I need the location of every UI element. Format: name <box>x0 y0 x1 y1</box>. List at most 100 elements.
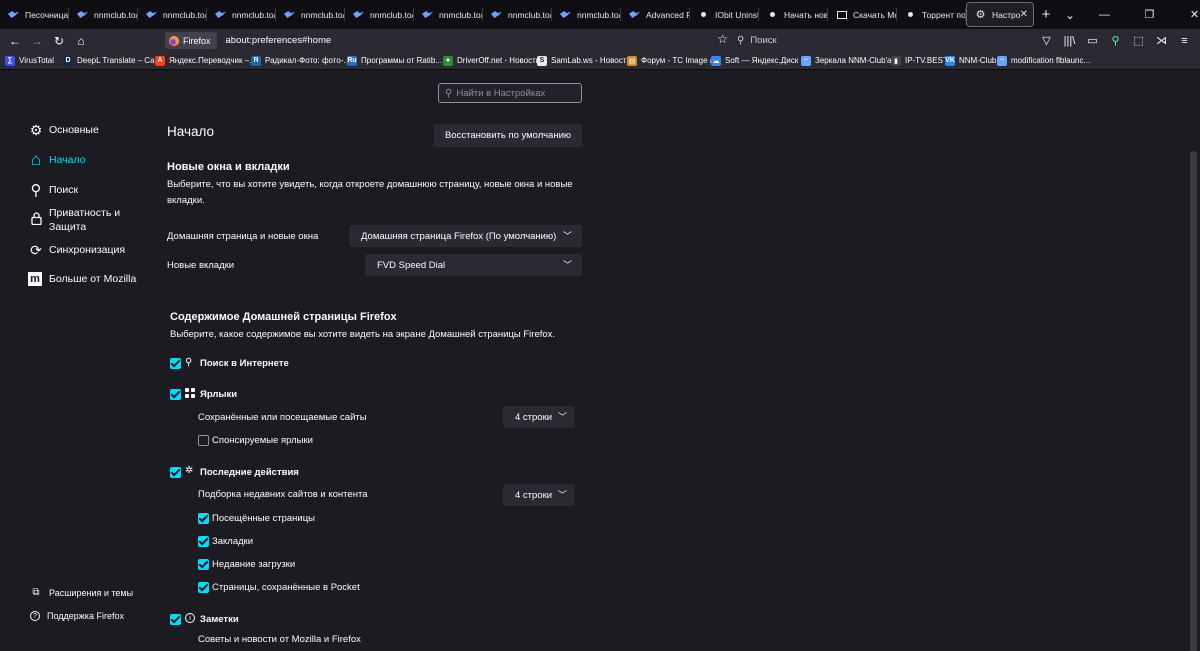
snippets-checkbox[interactable] <box>170 614 181 625</box>
tab-1[interactable]: nnmclub.to/ <box>69 0 138 29</box>
tab-label: Advanced R <box>646 9 690 20</box>
tab-13[interactable]: Торрент пор <box>897 0 966 29</box>
bookmark-item[interactable]: Ru Программы от Ratib... <box>347 55 443 66</box>
close-tab-icon[interactable]: ✕ <box>1020 9 1028 20</box>
bookmark-favicon-icon: R <box>251 55 261 66</box>
bookmark-label: DriverOff.net - Новости <box>457 56 537 65</box>
tab-label: nnmclub.to/ <box>370 9 414 20</box>
bookmark-label: Зеркала NNM-Club'a ... <box>815 56 891 65</box>
back-button[interactable]: ← <box>4 29 26 52</box>
tab-label: Торрент пор <box>922 9 966 20</box>
bookmark-item[interactable]: S SamLab.ws - Новости <box>537 55 627 66</box>
shortcuts-rows-select[interactable]: 4 строки ﹀ <box>503 406 575 428</box>
find-in-settings-input[interactable]: ⚲ Найти в Настройках <box>438 83 582 103</box>
url-bar[interactable]: Firefox about:preferences#home ☆ <box>165 29 732 52</box>
close-window-button[interactable]: ✕ <box>1172 0 1200 29</box>
pocket-pages-checkbox[interactable] <box>198 582 209 593</box>
bookmark-favicon-icon: ∑ <box>5 55 15 66</box>
bookmark-item[interactable]: ~ modification flblaunc... <box>997 55 1107 66</box>
bookmark-item[interactable]: R Радикал-Фото: фото-... <box>251 55 347 66</box>
home-button[interactable]: ⌂ <box>70 29 92 52</box>
category-general[interactable]: ⚙ Основные <box>28 122 99 138</box>
bookmark-item[interactable]: ● DriverOff.net - Новости <box>443 55 537 66</box>
bookmark-item[interactable]: D DeepL Translate – Сам... <box>63 55 155 66</box>
scrollbar-track[interactable] <box>1186 71 1200 651</box>
recent-downloads-checkbox[interactable] <box>198 559 209 570</box>
identity-box[interactable]: Firefox <box>165 32 217 49</box>
tab-label: Начать нову <box>784 9 828 20</box>
bookmark-star-icon[interactable]: ☆ <box>717 32 728 46</box>
bookmark-item[interactable]: ∑ VirusTotal <box>5 55 63 66</box>
new-tab-button[interactable]: + <box>1034 0 1058 29</box>
tab-6[interactable]: nnmclub.to/ <box>414 0 483 29</box>
shortcuts-checkbox[interactable] <box>170 389 181 400</box>
tab-10[interactable]: IObit Uninst <box>690 0 759 29</box>
category-home[interactable]: ⌂ Начало <box>28 150 86 169</box>
reload-button[interactable]: ↻ <box>48 29 70 52</box>
screenshot-icon[interactable]: ⬚ <box>1127 29 1150 52</box>
bookmark-item[interactable]: ~ Зеркала NNM-Club'a ... <box>801 55 891 66</box>
forward-button[interactable]: → <box>26 29 48 52</box>
bookmark-item[interactable]: ☁ Soft — Яндекс.Диск <box>711 55 801 66</box>
sponsored-shortcuts-checkbox[interactable] <box>198 435 209 446</box>
highlights-rows-value: 4 строки <box>515 489 553 501</box>
tab-0[interactable]: Песочница <box>0 0 69 29</box>
homepage-select[interactable]: Домашняя страница Firefox (По умолчанию)… <box>349 225 582 247</box>
pocket-icon[interactable]: ▽ <box>1035 29 1058 52</box>
restore-button[interactable]: ❐ <box>1127 0 1172 29</box>
restore-defaults-button[interactable]: Восстановить по умолчанию <box>434 124 582 147</box>
search-bar[interactable]: ⚲ Поиск <box>737 29 777 52</box>
bookmark-item[interactable]: ▮ IP-TV.BEST <box>891 55 945 66</box>
extensions-puzzle-icon[interactable]: ⋊ <box>1150 29 1173 52</box>
preferences-content: ⚲ Найти в Настройках ⚙ Основные ⌂ Начало… <box>0 71 1200 651</box>
tab-11[interactable]: Начать нову <box>759 0 828 29</box>
sidebar-icon[interactable]: ▭ <box>1081 29 1104 52</box>
tab-3[interactable]: nnmclub.to/ <box>207 0 276 29</box>
category-sync[interactable]: ⟳ Синхронизация <box>28 242 125 258</box>
list-all-tabs-button[interactable]: ⌄ <box>1058 0 1082 29</box>
tab-4[interactable]: nnmclub.to/ <box>276 0 345 29</box>
minimize-button[interactable]: — <box>1082 0 1127 29</box>
nnm-bird-icon <box>215 9 226 20</box>
extension-icon[interactable]: ⚲ <box>1104 29 1127 52</box>
library-icon[interactable]: |||\ <box>1058 29 1081 52</box>
bookmarks-checkbox[interactable] <box>198 536 209 547</box>
category-search[interactable]: ⚲ Поиск <box>28 182 79 199</box>
homepage-value: Домашняя страница Firefox (По умолчанию) <box>361 230 557 242</box>
visited-pages-checkbox[interactable] <box>198 513 209 524</box>
bookmark-item[interactable]: A Яндекс.Переводчик –... <box>155 55 251 66</box>
search-icon: ⚲ <box>185 357 193 368</box>
tab-strip: Песочница nnmclub.to/nnmclub.to/nnmclub.t… <box>0 0 1200 29</box>
highlights-checkbox[interactable] <box>170 467 181 478</box>
tab-5[interactable]: nnmclub.to/ <box>345 0 414 29</box>
scrollbar-thumb[interactable] <box>1190 151 1197 651</box>
tab-active[interactable]: ⚙ Настройк ✕ <box>966 2 1034 27</box>
category-more-from-mozilla[interactable]: m Больше от Mozilla <box>28 272 136 286</box>
tab-label: Песочница <box>25 9 69 20</box>
category-privacy[interactable]: Приватность и Защита <box>28 206 120 234</box>
homepage-label: Домашняя страница и новые окна <box>167 231 319 242</box>
highlights-rows-select[interactable]: 4 строки ﹀ <box>503 484 575 506</box>
bookmark-item[interactable]: VK NNM-Club <box>945 55 997 66</box>
menu-icon[interactable]: ≡ <box>1173 29 1196 52</box>
tab-9[interactable]: Advanced R <box>621 0 690 29</box>
category-label: Приватность и Защита <box>49 206 120 234</box>
bookmarks-bar: ∑ VirusTotal D DeepL Translate – Сам...A Янд… <box>0 52 1200 70</box>
tab-7[interactable]: nnmclub.to/ <box>483 0 552 29</box>
bookmark-item[interactable]: ▤ Форум - TC Image an... <box>627 55 711 66</box>
tab-12[interactable]: Скачать Мо <box>828 0 897 29</box>
web-search-checkbox[interactable] <box>170 358 181 369</box>
url-text[interactable]: about:preferences#home <box>226 35 332 46</box>
tab-2[interactable]: nnmclub.to/ <box>138 0 207 29</box>
nnm-bird-icon <box>77 9 88 20</box>
bookmark-favicon-icon: ▮ <box>891 55 901 66</box>
sync-icon: ⟳ <box>30 241 42 258</box>
newtabs-select[interactable]: FVD Speed Dial ﹀ <box>365 254 582 276</box>
firefox-support-link[interactable]: ? Поддержка Firefox <box>30 611 124 621</box>
bookmark-favicon-icon: D <box>63 55 73 66</box>
bookmark-favicon-icon: ▤ <box>627 55 637 66</box>
bookmark-favicon-icon: S <box>537 55 547 66</box>
tab-8[interactable]: nnmclub.to/ <box>552 0 621 29</box>
section-title-content: Содержимое Домашней страницы Firefox <box>170 311 397 323</box>
extensions-themes-link[interactable]: ⧉ Расширения и темы <box>30 587 133 598</box>
